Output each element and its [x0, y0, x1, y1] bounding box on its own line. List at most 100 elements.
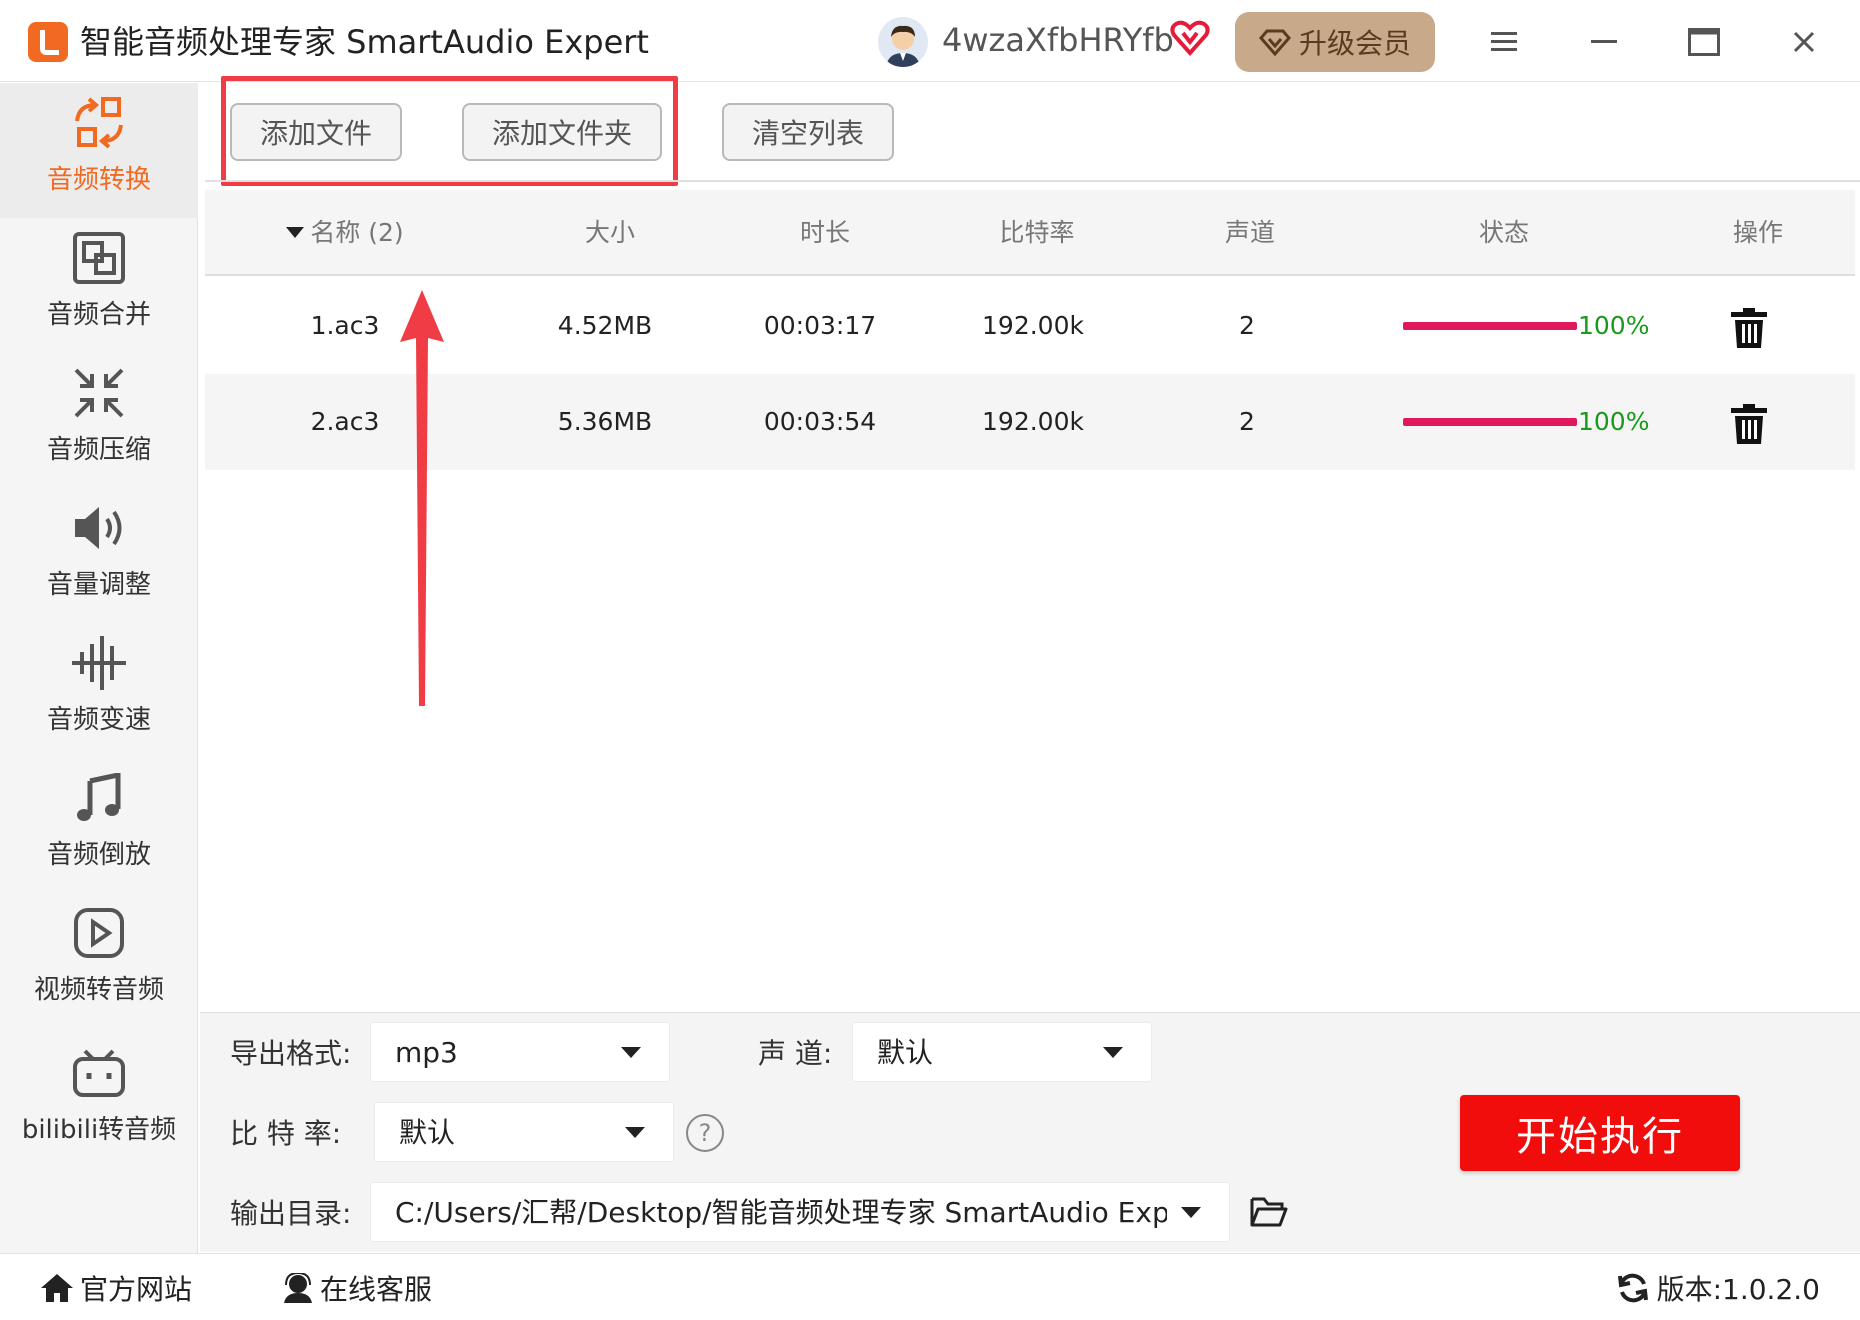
sidebar-item-video-to-audio[interactable]: 视频转音频: [0, 893, 198, 1028]
table-row[interactable]: 2.ac3 5.36MB 00:03:54 192.00k 2 100%: [205, 374, 1855, 470]
column-header-bitrate: 比特率: [999, 218, 1075, 247]
cell-channels: 2: [1239, 311, 1255, 340]
maximize-icon: [1688, 28, 1720, 56]
home-icon: [41, 1273, 73, 1302]
sidebar-item-label: 音频压缩: [46, 435, 151, 465]
sidebar-item-label: 视频转音频: [33, 975, 164, 1005]
column-header-channels: 声道: [1224, 218, 1275, 247]
annotation-arrow: [400, 290, 444, 706]
close-icon: [1793, 31, 1815, 53]
bitrate-label: 比 特 率:: [230, 1117, 342, 1150]
bitrate-select[interactable]: 默认: [374, 1102, 674, 1162]
progress-fill: [1403, 418, 1577, 426]
sidebar-item-reverse[interactable]: 音频倒放: [0, 758, 198, 893]
sidebar-item-label: bilibili转音频: [21, 1115, 177, 1145]
add-file-button[interactable]: 添加文件: [230, 103, 402, 161]
merge-icon: [73, 232, 125, 284]
convert-icon: [75, 97, 123, 149]
bitrate-value: 默认: [399, 1116, 456, 1149]
user-avatar[interactable]: [878, 17, 928, 67]
volume-icon: [75, 507, 122, 549]
format-value: mp3: [395, 1036, 458, 1069]
channel-label: 声 道:: [758, 1037, 833, 1070]
sidebar-item-label: 音频转换: [46, 165, 151, 195]
title-bar: 智能音频处理专家 SmartAudio Expert 4wzaXfbHRYfb …: [0, 0, 1860, 82]
minimize-icon: [1591, 40, 1617, 43]
add-folder-button[interactable]: 添加文件夹: [462, 103, 662, 161]
app-logo: [28, 22, 68, 62]
support-agent-icon: [284, 1272, 312, 1303]
delete-row-button[interactable]: [1731, 404, 1767, 444]
bilibili-icon: [73, 1049, 125, 1097]
cell-size: 5.36MB: [557, 407, 653, 436]
speed-icon: [72, 636, 126, 690]
sidebar-item-merge[interactable]: 音频合并: [0, 218, 198, 353]
cell-bitrate: 192.00k: [982, 311, 1084, 340]
cell-bitrate: 192.00k: [982, 407, 1084, 436]
format-label: 导出格式:: [230, 1037, 352, 1070]
sidebar-item-label: 音频合并: [46, 300, 151, 330]
online-support-label: 在线客服: [320, 1272, 433, 1306]
clear-list-button[interactable]: 清空列表: [722, 103, 894, 161]
sidebar-item-convert[interactable]: 音频转换: [0, 83, 198, 218]
sidebar-item-volume[interactable]: 音量调整: [0, 488, 198, 623]
minimize-button[interactable]: [1576, 14, 1632, 70]
upgrade-vip-label: 升级会员: [1298, 27, 1411, 60]
channel-value: 默认: [877, 1036, 934, 1069]
version-info: 版本:1.0.2.0: [1617, 1254, 1820, 1320]
sidebar-item-speed[interactable]: 音频变速: [0, 623, 198, 758]
sidebar-item-label: 音量调整: [46, 570, 151, 600]
sidebar: 音频转换 音频合并 音频压缩 音量调整 音频变速 音频倒放 视频转音频 bili…: [0, 83, 198, 1253]
channel-select[interactable]: 默认: [852, 1022, 1152, 1082]
chevron-down-icon: [621, 1047, 641, 1058]
output-dir-select[interactable]: C:/Users/汇帮/Desktop/智能音频处理专家 SmartAudio …: [370, 1182, 1230, 1242]
toolbar-divider: [205, 180, 1860, 182]
column-header-action: 操作: [1732, 218, 1783, 247]
column-header-name[interactable]: 名称 (2): [265, 190, 425, 276]
table-row[interactable]: 1.ac3 4.52MB 00:03:17 192.00k 2 100%: [205, 278, 1855, 374]
chevron-down-icon: [1181, 1207, 1201, 1218]
cell-duration: 00:03:54: [763, 407, 877, 436]
menu-button[interactable]: [1476, 14, 1532, 70]
refresh-icon: [1617, 1273, 1648, 1302]
cell-channels: 2: [1239, 407, 1255, 436]
sidebar-item-compress[interactable]: 音频压缩: [0, 353, 198, 488]
music-note-icon: [77, 773, 121, 821]
progress-bar: [1403, 418, 1577, 426]
app-title: 智能音频处理专家 SmartAudio Expert: [80, 23, 649, 61]
cell-size: 4.52MB: [557, 311, 653, 340]
column-header-name-label: 名称 (2): [310, 218, 404, 247]
open-folder-icon[interactable]: [1250, 1195, 1288, 1227]
play-icon: [74, 908, 124, 958]
sidebar-item-bilibili[interactable]: bilibili转音频: [0, 1033, 198, 1168]
upgrade-vip-button[interactable]: 升级会员: [1235, 12, 1435, 72]
progress-percent: 100%: [1578, 407, 1650, 436]
diamond-icon: [1259, 29, 1291, 56]
official-website-link[interactable]: 官方网站: [40, 1254, 192, 1320]
column-header-status: 状态: [1478, 218, 1529, 247]
chevron-down-icon: [625, 1127, 645, 1138]
compress-icon: [74, 368, 124, 418]
output-dir-value: C:/Users/汇帮/Desktop/智能音频处理专家 SmartAudio …: [395, 1196, 1167, 1229]
sidebar-item-label: 音频倒放: [46, 840, 151, 870]
help-icon[interactable]: ?: [686, 1114, 724, 1152]
sort-down-icon: [286, 227, 305, 238]
cell-duration: 00:03:17: [763, 311, 877, 340]
vip-heart-icon: [1170, 20, 1210, 56]
trash-icon: [1731, 308, 1767, 348]
maximize-button[interactable]: [1676, 14, 1732, 70]
delete-row-button[interactable]: [1731, 308, 1767, 348]
online-support-link[interactable]: 在线客服: [282, 1254, 432, 1320]
close-button[interactable]: [1776, 14, 1832, 70]
progress-percent: 100%: [1578, 311, 1650, 340]
progress-bar: [1403, 322, 1577, 330]
column-header-size: 大小: [584, 218, 635, 247]
start-button[interactable]: 开始执行: [1460, 1095, 1740, 1171]
format-select[interactable]: mp3: [370, 1022, 670, 1082]
status-bar: 官方网站 在线客服 版本:1.0.2.0: [0, 1253, 1860, 1320]
trash-icon: [1731, 404, 1767, 444]
output-dir-label: 输出目录:: [230, 1197, 352, 1230]
file-table-header: 名称 (2) 大小 时长 比特率 声道 状态 操作: [205, 190, 1855, 276]
sidebar-item-label: 音频变速: [46, 705, 151, 735]
user-name: 4wzaXfbHRYfb: [942, 21, 1174, 59]
